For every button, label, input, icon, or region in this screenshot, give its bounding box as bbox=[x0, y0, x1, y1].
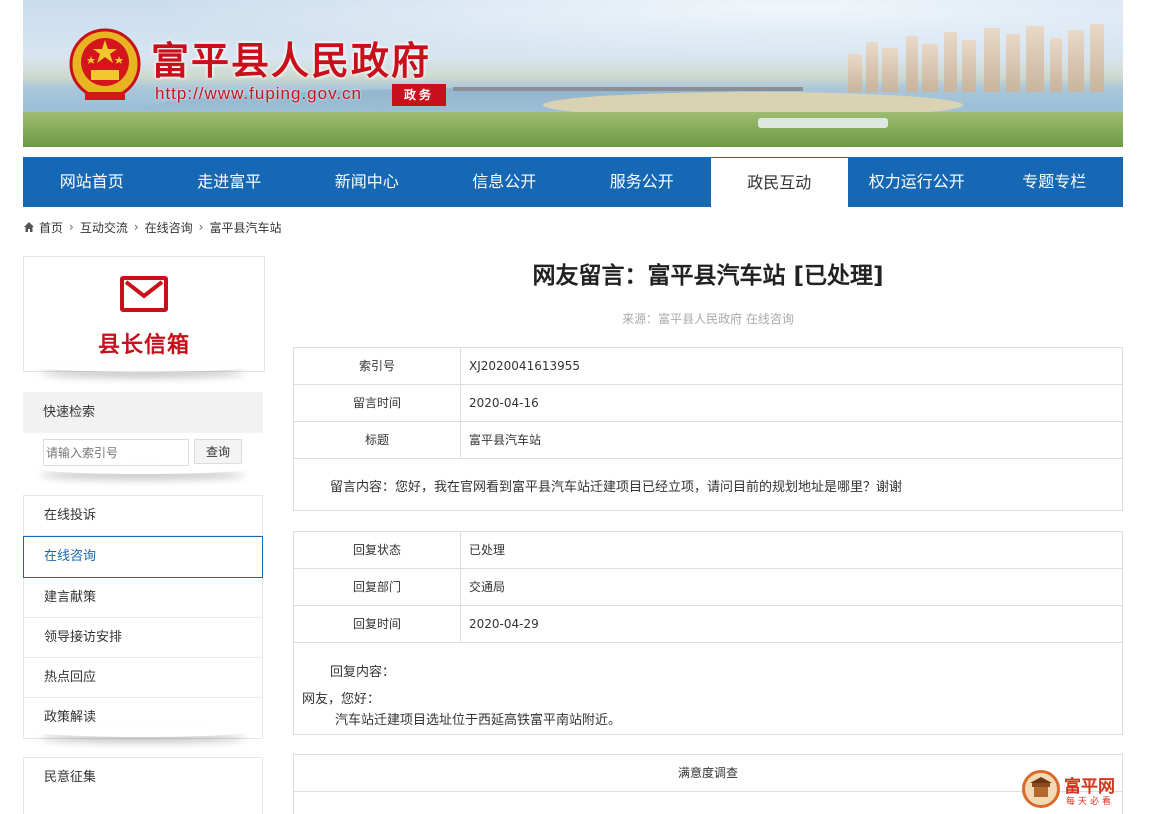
nav-item-info[interactable]: 信息公开 bbox=[436, 157, 574, 207]
reply-status-label: 回复状态 bbox=[294, 532, 461, 568]
city-skyline bbox=[848, 22, 1118, 92]
breadcrumb-home[interactable]: 首页 bbox=[39, 219, 63, 236]
message-time-value: 2020-04-16 bbox=[469, 396, 539, 410]
breadcrumb: 首页 › 互动交流 › 在线咨询 › 富平县汽车站 bbox=[23, 218, 282, 236]
reply-body: 汽车站迁建项目选址位于西延高铁富平南站附近。 bbox=[335, 713, 622, 728]
site-url: http://www.fuping.gov.cn bbox=[155, 84, 363, 103]
chevron-right-icon: › bbox=[133, 220, 139, 234]
message-content: 留言内容：您好，我在官网看到富平县汽车站迁建项目已经立项，请问目前的规划地址是哪… bbox=[330, 480, 903, 495]
reply-time-value: 2020-04-29 bbox=[469, 617, 539, 631]
main-nav: 网站首页 走进富平 新闻中心 信息公开 服务公开 政民互动 权力运行公开 专题专… bbox=[23, 157, 1123, 207]
table-row: 索引号 XJ2020041613955 bbox=[294, 348, 1122, 385]
divider-shadow bbox=[40, 727, 245, 737]
nav-item-news[interactable]: 新闻中心 bbox=[298, 157, 436, 207]
brand-emblem-icon bbox=[1022, 770, 1060, 808]
table-row: 回复时间 2020-04-29 bbox=[294, 606, 1122, 643]
table-row: 留言时间 2020-04-16 bbox=[294, 385, 1122, 422]
breadcrumb-interaction[interactable]: 互动交流 bbox=[80, 219, 128, 236]
bridge bbox=[453, 87, 803, 91]
reply-greeting: 网友，您好： bbox=[302, 692, 381, 707]
search-title: 快速检索 bbox=[23, 392, 263, 433]
reply-dept-value: 交通局 bbox=[469, 580, 506, 594]
message-time-label: 留言时间 bbox=[294, 385, 461, 421]
message-source: 来源：富平县人民政府 在线咨询 bbox=[622, 312, 794, 326]
mailbox-label: 县长信箱 bbox=[97, 333, 190, 358]
mail-icon bbox=[120, 276, 168, 312]
breadcrumb-current: 富平县汽车站 bbox=[209, 220, 282, 235]
side-menu-suggestion[interactable]: 建言献策 bbox=[24, 578, 262, 618]
table-row: 标题 富平县汽车站 bbox=[294, 422, 1122, 459]
site-banner: 富平县人民政府 http://www.fuping.gov.cn 政务 bbox=[23, 0, 1123, 147]
side-menu-opinion[interactable]: 民意征集 bbox=[24, 758, 262, 798]
side-menu-leader-visit[interactable]: 领导接访安排 bbox=[24, 618, 262, 658]
subject-label: 标题 bbox=[294, 422, 461, 458]
national-emblem-icon bbox=[69, 28, 141, 100]
message-table: 索引号 XJ2020041613955 留言时间 2020-04-16 标题 富… bbox=[293, 347, 1123, 511]
reply-status-value: 已处理 bbox=[469, 543, 506, 557]
index-value: XJ2020041613955 bbox=[469, 359, 581, 373]
chevron-right-icon: › bbox=[69, 220, 74, 234]
reply-dept-label: 回复部门 bbox=[294, 569, 461, 605]
side-menu: 在线投诉 在线咨询 建言献策 领导接访安排 热点回应 政策解读 bbox=[23, 495, 263, 739]
home-icon bbox=[24, 222, 34, 232]
side-menu-hot-response[interactable]: 热点回应 bbox=[24, 658, 262, 698]
chevron-right-icon: › bbox=[198, 220, 204, 234]
table-row: 回复部门 交通局 bbox=[294, 569, 1122, 606]
survey-table: 满意度调查 bbox=[293, 754, 1123, 814]
side-menu-consult[interactable]: 在线咨询 bbox=[23, 536, 263, 578]
mayor-mailbox[interactable]: 县长信箱 bbox=[23, 256, 265, 372]
subject-value: 富平县汽车站 bbox=[469, 433, 542, 447]
table-row: 回复状态 已处理 bbox=[294, 532, 1122, 569]
shore bbox=[23, 112, 1123, 147]
nav-item-topics[interactable]: 专题专栏 bbox=[986, 157, 1124, 207]
search-input[interactable] bbox=[43, 439, 189, 466]
corner-brand-slogan: 每天必看 bbox=[1066, 797, 1115, 807]
quick-search: 快速检索 查询 bbox=[23, 392, 263, 474]
nav-item-interaction[interactable]: 政民互动 bbox=[710, 157, 848, 207]
site-title: 富平县人民政府 bbox=[151, 38, 432, 83]
reply-table: 回复状态 已处理 回复部门 交通局 回复时间 2020-04-29 回复内容： … bbox=[293, 531, 1123, 735]
corner-brand-logo[interactable]: 富平网 每天必看 bbox=[1022, 770, 1132, 810]
survey-title: 满意度调查 bbox=[294, 755, 1122, 792]
site-tag: 政务 bbox=[392, 84, 446, 106]
breadcrumb-consult[interactable]: 在线咨询 bbox=[145, 219, 193, 236]
index-label: 索引号 bbox=[294, 348, 461, 384]
search-button[interactable]: 查询 bbox=[194, 439, 242, 464]
nav-item-power[interactable]: 权力运行公开 bbox=[848, 157, 986, 207]
nav-item-home[interactable]: 网站首页 bbox=[23, 157, 161, 207]
reply-time-label: 回复时间 bbox=[294, 606, 461, 642]
divider-shadow bbox=[40, 362, 245, 372]
reply-content-label: 回复内容： bbox=[330, 665, 396, 680]
message-title: 网友留言：富平县汽车站 [已处理] bbox=[532, 263, 884, 289]
side-menu-2: 民意征集 bbox=[23, 757, 263, 814]
pier bbox=[758, 118, 888, 128]
nav-item-about[interactable]: 走进富平 bbox=[161, 157, 299, 207]
divider-shadow bbox=[40, 464, 245, 474]
side-menu-complaint[interactable]: 在线投诉 bbox=[24, 496, 262, 536]
nav-item-service[interactable]: 服务公开 bbox=[573, 157, 711, 207]
